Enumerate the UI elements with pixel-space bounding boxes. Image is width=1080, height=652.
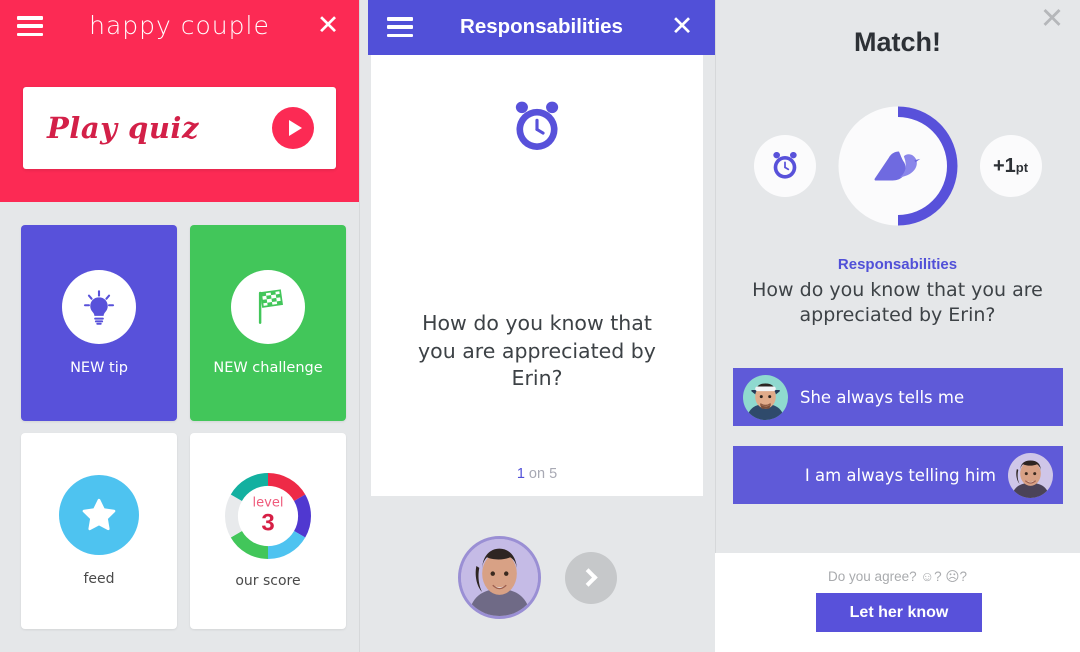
her-avatar <box>1008 452 1053 498</box>
tile-label: NEW tip <box>70 360 128 376</box>
quiz-question-card: How do you know that you are appreciated… <box>371 55 703 496</box>
quiz-footer <box>359 530 715 625</box>
let-her-know-button[interactable]: Let her know <box>816 593 982 632</box>
quiz-question-text: How do you know that you are appreciated… <box>418 311 656 391</box>
quiz-header: Responsabilities ✕ <box>368 0 715 55</box>
answer-text: I am always telling him <box>804 465 996 485</box>
tile-label: feed <box>83 571 115 587</box>
tile-feed[interactable]: feed <box>21 433 177 629</box>
answer-bubble-her[interactable]: I am always telling him <box>733 446 1063 504</box>
tile-new-tip[interactable]: NEW tip <box>21 225 177 421</box>
alarm-clock-icon <box>371 98 703 156</box>
panel-quiz: Responsabilities ✕ How do you know that … <box>359 0 715 652</box>
agree-prompt: Do you agree? ☺? ☹? <box>828 569 967 584</box>
play-quiz-button[interactable]: Play quiz <box>23 87 336 169</box>
partner-avatar[interactable] <box>457 536 541 619</box>
tile-label: NEW challenge <box>213 360 323 376</box>
home-tile-grid: NEW tip NEW challenge feed level 3 our s… <box>21 225 346 629</box>
checkered-flag-icon <box>231 270 305 344</box>
play-quiz-label: Play quiz <box>47 111 199 145</box>
answer-text: She always tells me <box>800 387 965 407</box>
panel-home: happy couple ✕ Play quiz NEW tip NEW cha… <box>0 0 359 652</box>
match-progress-ring <box>838 106 958 226</box>
match-question-text: How do you know that you are appreciated… <box>752 279 1043 327</box>
app-screenshot: happy couple ✕ Play quiz NEW tip NEW cha… <box>0 0 1080 652</box>
tile-our-score[interactable]: level 3 our score <box>190 433 346 629</box>
lightbulb-icon <box>62 270 136 344</box>
home-header: happy couple ✕ Play quiz <box>0 0 359 202</box>
next-question-button[interactable] <box>564 551 617 604</box>
quiz-counter-current: 1 <box>516 466 525 482</box>
match-badge-row: +1pt <box>715 106 1080 226</box>
quiz-counter-total: on 5 <box>524 466 558 482</box>
play-icon[interactable] <box>272 107 314 149</box>
him-avatar <box>743 374 788 420</box>
tile-label: our score <box>235 573 301 589</box>
app-brand-title: happy couple <box>89 11 270 40</box>
match-title: Match! <box>854 27 941 57</box>
close-icon[interactable]: ✕ <box>315 12 341 39</box>
tile-new-challenge[interactable]: NEW challenge <box>190 225 346 421</box>
points-unit: pt <box>1015 159 1029 175</box>
panel-match: ✕ Match! +1pt Responsabilities How do yo… <box>715 0 1080 652</box>
points-badge: +1pt <box>979 135 1042 197</box>
match-cta-card: Do you agree? ☺? ☹? Let her know <box>715 553 1080 652</box>
quiz-title: Responsabilities <box>460 15 623 38</box>
bird-icon <box>848 117 947 215</box>
score-level-value: 3 <box>261 509 275 537</box>
score-level-label: level <box>252 495 284 511</box>
category-badge <box>753 135 816 197</box>
star-icon <box>59 475 139 555</box>
chevron-right-icon <box>579 568 598 587</box>
close-icon[interactable]: ✕ <box>669 13 695 40</box>
match-category-label: Responsabilities <box>837 256 958 273</box>
quiz-progress-counter: 1 on 5 <box>371 466 703 482</box>
answer-bubble-him[interactable]: She always tells me <box>733 368 1063 426</box>
match-answer-list: She always tells me I am always telling … <box>733 368 1063 524</box>
level-donut-icon: level 3 <box>225 473 311 559</box>
points-value: +1 <box>992 154 1016 177</box>
